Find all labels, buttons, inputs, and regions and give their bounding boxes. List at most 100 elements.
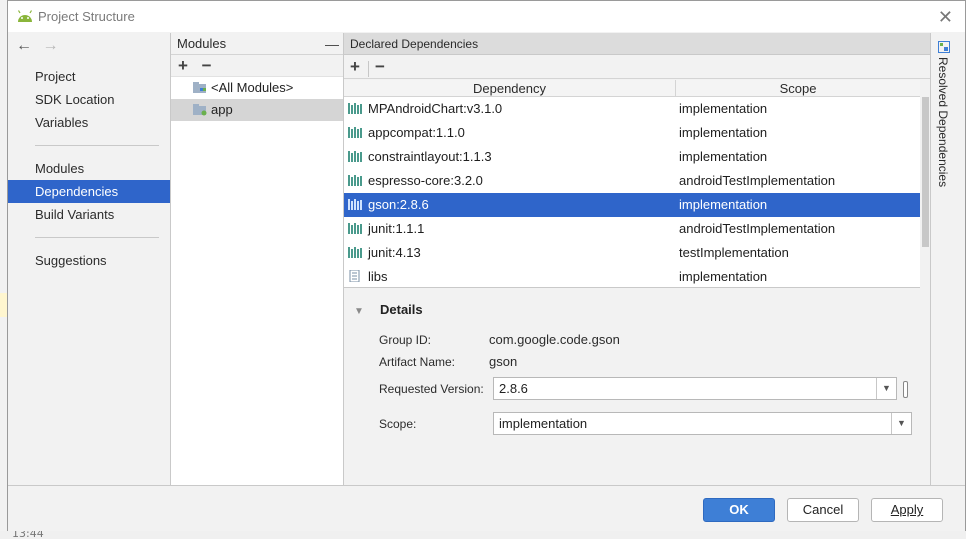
scope-cell: implementation [679, 125, 768, 140]
details-title: Details [380, 302, 423, 317]
dependency-cell: junit:4.13 [344, 241, 676, 265]
dialog-footer: OK Cancel Apply [8, 485, 965, 531]
module-label: app [211, 102, 233, 117]
dependency-name: gson:2.8.6 [368, 197, 429, 212]
apply-label: Apply [890, 502, 924, 517]
requested-version-combo[interactable]: 2.8.6 ▼ [493, 377, 897, 400]
dependency-name: junit:1.1.1 [368, 221, 425, 236]
dependency-cell: espresso-core:3.2.0 [344, 169, 676, 193]
sidebar-item-suggestions[interactable]: Suggestions [8, 249, 170, 272]
dependencies-header: Declared Dependencies [344, 33, 930, 55]
sidebar: ← → Project SDK Location Variables Modul… [8, 33, 170, 485]
scope-cell: implementation [679, 149, 768, 164]
back-arrow-icon[interactable]: ← [16, 37, 38, 55]
dependency-name: appcompat:1.1.0 [368, 125, 465, 140]
library-icon [348, 223, 362, 234]
library-icon [348, 247, 362, 258]
ide-status-bar [0, 531, 966, 539]
minimize-icon[interactable]: — [325, 33, 339, 55]
title-bar[interactable]: Project Structure ✕ [8, 1, 965, 32]
scope-cell: androidTestImplementation [679, 221, 836, 236]
requested-version-value: 2.8.6 [499, 381, 528, 396]
resolved-dependencies-icon [938, 41, 950, 53]
group-id-value: com.google.code.gson [489, 332, 620, 347]
dependency-name: junit:4.13 [368, 245, 421, 260]
chevron-down-icon[interactable]: ▼ [891, 413, 911, 434]
dependency-name: espresso-core:3.2.0 [368, 173, 483, 188]
dependencies-table: Dependency Scope MPAndroidChart:v3.1.0 im… [344, 80, 920, 288]
library-icon [348, 103, 362, 114]
sidebar-item-modules[interactable]: Modules [8, 157, 170, 180]
ok-button[interactable]: OK [703, 498, 775, 522]
table-row[interactable]: espresso-core:3.2.0 androidTestImplementa… [344, 169, 920, 193]
scope-cell: androidTestImplementation [679, 173, 836, 188]
scope-cell: implementation [679, 101, 768, 116]
dependency-cell: constraintlayout:1.1.3 [344, 145, 676, 169]
library-icon [348, 127, 362, 138]
remove-module-button[interactable]: − [202, 55, 222, 77]
chevron-down-icon[interactable]: ▼ [876, 378, 896, 399]
module-item-all[interactable]: <All Modules> [171, 77, 343, 99]
sidebar-item-variables[interactable]: Variables [8, 111, 170, 134]
library-icon [348, 175, 362, 186]
artifact-name-value: gson [489, 354, 518, 369]
dependency-cell: MPAndroidChart:v3.1.0 [344, 97, 676, 121]
collapse-triangle-icon[interactable]: ▼ [354, 306, 370, 317]
table-row[interactable]: junit:1.1.1 androidTestImplementation [344, 217, 920, 241]
table-scrollbar[interactable] [920, 97, 930, 288]
group-id-label: Group ID: [379, 333, 432, 347]
scope-cell: implementation [679, 269, 768, 284]
table-row[interactable]: junit:4.13 testImplementation [344, 241, 920, 265]
table-row[interactable]: gson:2.8.6 implementation [344, 193, 920, 217]
dependency-cell: appcompat:1.1.0 [344, 121, 676, 145]
library-icon [348, 151, 362, 162]
history-navigation: ← → [16, 37, 64, 55]
jar-icon [349, 270, 360, 282]
details-section: ▼ Details Group ID: com.google.code.gson … [344, 289, 930, 485]
add-dependency-button[interactable]: + [350, 55, 368, 79]
sidebar-item-build-variants[interactable]: Build Variants [8, 203, 170, 226]
artifact-name-label: Artifact Name: [379, 355, 456, 369]
module-item-app[interactable]: app [171, 99, 343, 121]
scope-combo[interactable]: implementation ▼ [493, 412, 912, 435]
close-icon[interactable]: ✕ [938, 7, 953, 28]
edit-version-icon[interactable] [903, 381, 908, 398]
cancel-button[interactable]: Cancel [787, 498, 859, 522]
dependency-name: constraintlayout:1.1.3 [368, 149, 492, 164]
details-header[interactable]: ▼ Details [354, 302, 423, 317]
dependency-name: MPAndroidChart:v3.1.0 [368, 101, 503, 116]
dependency-name: libs [368, 269, 388, 284]
sidebar-divider [35, 237, 159, 238]
scope-value: implementation [499, 416, 588, 431]
resolved-dependencies-tab[interactable]: Resolved Dependencies [930, 33, 965, 485]
table-header: Dependency Scope [344, 80, 920, 97]
sidebar-item-dependencies[interactable]: Dependencies [8, 180, 170, 203]
forward-arrow-icon[interactable]: → [42, 37, 64, 55]
scope-label: Scope: [379, 417, 417, 431]
all-modules-icon [193, 82, 206, 93]
module-folder-icon [193, 104, 207, 116]
add-module-button[interactable]: + [178, 55, 198, 77]
column-header-scope[interactable]: Scope [676, 80, 920, 96]
sidebar-item-sdk-location[interactable]: SDK Location [8, 88, 170, 111]
table-row[interactable]: constraintlayout:1.1.3 implementation [344, 145, 920, 169]
scrollbar-thumb[interactable] [922, 97, 929, 247]
dependency-cell: gson:2.8.6 [344, 193, 676, 217]
apply-button[interactable]: Apply [871, 498, 943, 522]
dependencies-toolbar: + − [344, 55, 930, 79]
window-title: Project Structure [38, 9, 135, 24]
sidebar-divider [35, 145, 159, 146]
table-row[interactable]: MPAndroidChart:v3.1.0 implementation [344, 97, 920, 121]
table-row[interactable]: libs implementation [344, 265, 920, 289]
modules-panel: Modules — + − <All Modules> app [170, 33, 344, 485]
modules-title: Modules [177, 36, 227, 51]
column-header-dependency[interactable]: Dependency [344, 80, 676, 96]
dependency-cell: junit:1.1.1 [344, 217, 676, 241]
table-row[interactable]: appcompat:1.1.0 implementation [344, 121, 920, 145]
dependency-cell: libs [344, 265, 676, 289]
resolved-dependencies-label[interactable]: Resolved Dependencies [936, 57, 950, 187]
table-body: MPAndroidChart:v3.1.0 implementation appco… [344, 97, 920, 289]
modules-header: Modules — [171, 33, 343, 55]
remove-dependency-button[interactable]: − [375, 55, 393, 79]
sidebar-item-project[interactable]: Project [8, 65, 170, 88]
